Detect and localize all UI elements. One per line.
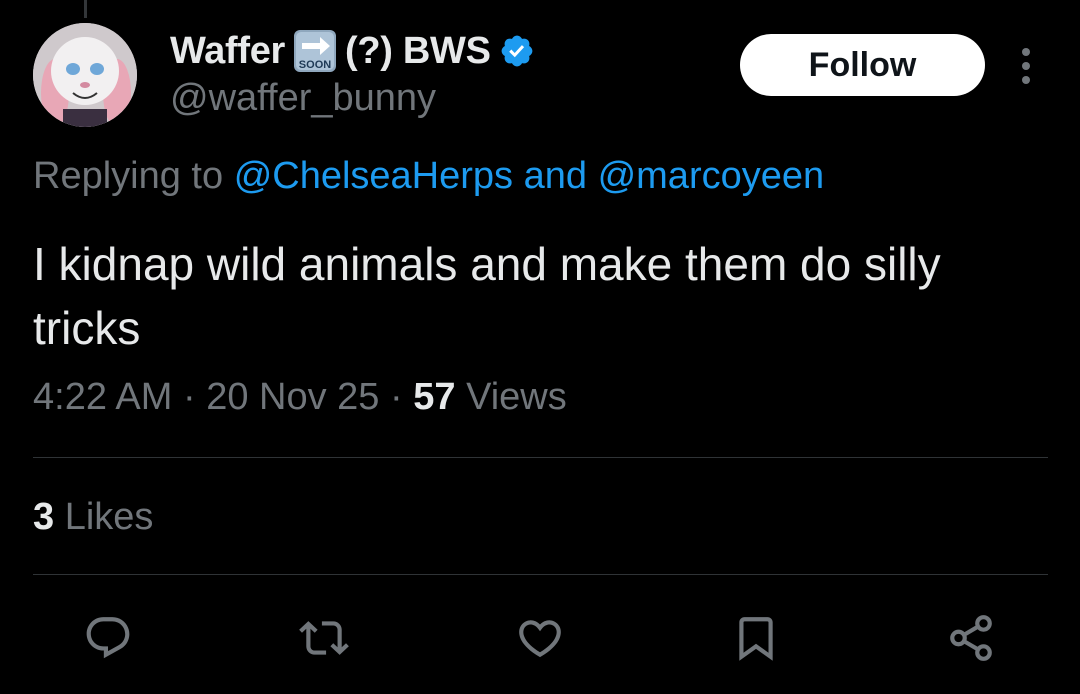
share-icon — [950, 615, 992, 661]
author-name[interactable]: Waffer — [170, 30, 285, 73]
likes-label: Likes — [64, 496, 154, 538]
replying-to: Replying to @ChelseaHerps and @marcoyeen — [33, 155, 824, 198]
retweet-icon — [299, 621, 349, 655]
bookmark-icon — [739, 617, 773, 661]
divider — [33, 457, 1048, 458]
author-name-row[interactable]: Waffer SOON (?) BWS — [170, 26, 535, 76]
avatar[interactable] — [33, 23, 137, 127]
thread-line — [84, 0, 87, 18]
like-icon — [519, 620, 561, 658]
bookmark-button[interactable] — [730, 612, 782, 664]
reply-button[interactable] — [82, 612, 134, 664]
avatar-image — [33, 23, 137, 127]
soon-icon-label: SOON — [299, 59, 331, 71]
meta-separator-2: · — [390, 376, 403, 418]
meta-separator-1: · — [182, 376, 196, 418]
tweet-time[interactable]: 4:22 AM — [33, 376, 172, 418]
likes-stat[interactable]: 3 Likes — [33, 496, 153, 539]
divider — [33, 574, 1048, 575]
tweet-date[interactable]: 20 Nov 25 — [206, 376, 379, 418]
author-name-suffix[interactable]: (?) BWS — [345, 30, 491, 73]
share-button[interactable] — [945, 612, 997, 664]
replying-conjunction: and — [523, 155, 588, 197]
like-button[interactable] — [514, 612, 566, 664]
mention-link-1[interactable]: @ChelseaHerps — [234, 155, 513, 197]
mention-link-2[interactable]: @marcoyeen — [598, 155, 825, 197]
likes-count: 3 — [33, 496, 55, 538]
views-count: 57 — [413, 376, 456, 418]
tweet-meta: 4:22 AM · 20 Nov 25 · 57 Views — [33, 376, 567, 419]
views-label: Views — [466, 376, 567, 418]
more-options-icon[interactable] — [1012, 46, 1040, 86]
verified-badge-icon[interactable] — [499, 33, 535, 69]
follow-button[interactable]: Follow — [740, 34, 985, 96]
tweet-text: I kidnap wild animals and make them do s… — [33, 238, 941, 354]
replying-prefix: Replying to — [33, 155, 224, 197]
soon-arrow-icon: SOON — [293, 29, 337, 73]
retweet-button[interactable] — [298, 612, 350, 664]
reply-icon — [86, 617, 130, 659]
author-handle[interactable]: @waffer_bunny — [170, 77, 436, 120]
